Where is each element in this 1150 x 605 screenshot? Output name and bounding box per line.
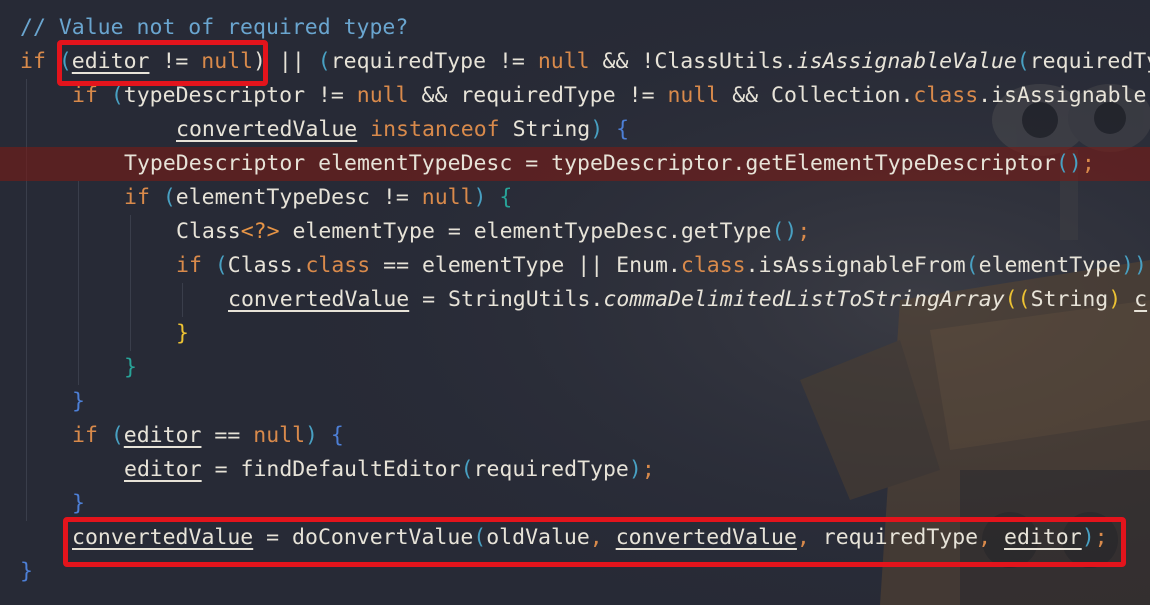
code-line[interactable]: if (elementTypeDesc != null) { xyxy=(0,181,512,215)
code-line[interactable]: convertedValue = StringUtils.commaDelimi… xyxy=(0,283,1147,317)
code-token: ( xyxy=(965,253,979,278)
code-token: } xyxy=(124,355,137,380)
code-token: ( xyxy=(162,185,176,210)
code-token: () xyxy=(1055,151,1082,176)
code-token: ) xyxy=(628,457,642,482)
code-token: null xyxy=(667,83,720,108)
code-token: { xyxy=(486,185,513,210)
code-token: requiredType xyxy=(473,457,629,482)
code-line[interactable]: } xyxy=(0,351,137,385)
code-token: if xyxy=(176,253,215,278)
code-token: && Collection. xyxy=(719,83,914,108)
code-token: == xyxy=(201,423,254,448)
code-token: ; xyxy=(797,219,811,244)
code-token: requiredType != xyxy=(330,49,538,74)
code-token: } xyxy=(176,321,189,346)
code-token: isAssignableValue xyxy=(796,49,1017,74)
code-token: convertedValue xyxy=(228,287,410,312)
code-token: // Value not of required type? xyxy=(20,15,409,40)
code-token: <?> xyxy=(240,219,280,244)
code-token: ( xyxy=(1016,49,1030,74)
code-token: = findDefaultEditor xyxy=(201,457,461,482)
code-token: if xyxy=(124,185,163,210)
code-token: c xyxy=(1134,287,1148,312)
code-token: requiredTy xyxy=(1029,49,1150,74)
code-token: } xyxy=(72,491,85,516)
code-token: null xyxy=(253,423,306,448)
code-token: instanceof xyxy=(370,117,500,142)
code-token: = StringUtils. xyxy=(409,287,604,312)
code-line[interactable]: } xyxy=(0,487,85,521)
code-line[interactable]: if (editor == null) { xyxy=(0,419,344,453)
code-token: (( xyxy=(1004,287,1031,312)
code-token: class xyxy=(913,83,979,108)
code-token: ) xyxy=(473,185,487,210)
code-token: typeDescriptor != xyxy=(123,83,357,108)
code-token: ( xyxy=(317,49,331,74)
code-token: ; xyxy=(1081,151,1095,176)
code-line-current[interactable]: TypeDescriptor elementTypeDesc = typeDes… xyxy=(0,147,1150,181)
code-token: elementTypeDesc != xyxy=(175,185,422,210)
code-token: null xyxy=(421,185,474,210)
code-token: if xyxy=(20,49,59,74)
code-token: editor xyxy=(123,423,202,448)
code-token: Class xyxy=(176,219,241,244)
code-token: && !ClassUtils. xyxy=(589,49,797,74)
code-token: ) xyxy=(590,117,604,142)
code-line[interactable]: if (Class.class == elementType || Enum.c… xyxy=(0,249,1147,283)
code-token: ( xyxy=(460,457,474,482)
code-token: if xyxy=(72,423,111,448)
code-token: String xyxy=(499,117,591,142)
code-token: Class. xyxy=(227,253,306,278)
code-token: elementType = elementTypeDesc.getType xyxy=(279,219,772,244)
annotation-box-doconvertvalue-call xyxy=(63,517,1126,567)
code-line[interactable]: Class<?> elementType = elementTypeDesc.g… xyxy=(0,215,810,249)
code-token: .isAssignable xyxy=(978,83,1147,108)
code-token: ) xyxy=(1108,287,1135,312)
code-token: } xyxy=(20,559,33,584)
code-token: .isAssignableFrom xyxy=(745,253,966,278)
code-token: commaDelimitedListToStringArray xyxy=(603,287,1005,312)
code-line[interactable]: } xyxy=(0,555,33,589)
code-token: == elementType || Enum. xyxy=(370,253,681,278)
code-token: class xyxy=(680,253,746,278)
code-token: ; xyxy=(641,457,655,482)
code-token: ( xyxy=(110,423,124,448)
code-token: null xyxy=(356,83,409,108)
code-token: editor xyxy=(124,457,202,482)
code-line[interactable]: } xyxy=(0,317,189,351)
code-line[interactable]: convertedValue instanceof String) { xyxy=(0,113,629,147)
code-token: { xyxy=(603,117,630,142)
code-token: TypeDescriptor elementTypeDesc = typeDes… xyxy=(124,151,1056,176)
code-line[interactable]: } xyxy=(0,385,85,419)
code-token: convertedValue xyxy=(176,117,358,142)
code-token: { xyxy=(317,423,344,448)
annotation-box-editor-null-check xyxy=(57,40,268,86)
code-token: ) xyxy=(305,423,318,448)
code-token: )) xyxy=(1121,253,1147,278)
code-token: elementType xyxy=(978,253,1122,278)
code-token: String xyxy=(1030,287,1109,312)
code-editor[interactable]: // Value not of required type? if (editor… xyxy=(0,0,1150,605)
code-token: if xyxy=(72,83,111,108)
code-token: ( xyxy=(214,253,228,278)
code-token: && requiredType != xyxy=(408,83,668,108)
code-token: class xyxy=(305,253,371,278)
code-token: } xyxy=(72,389,85,414)
code-token: ( xyxy=(110,83,124,108)
code-token: () xyxy=(771,219,798,244)
code-token: null xyxy=(537,49,590,74)
code-line[interactable]: editor = findDefaultEditor(requiredType)… xyxy=(0,453,655,487)
